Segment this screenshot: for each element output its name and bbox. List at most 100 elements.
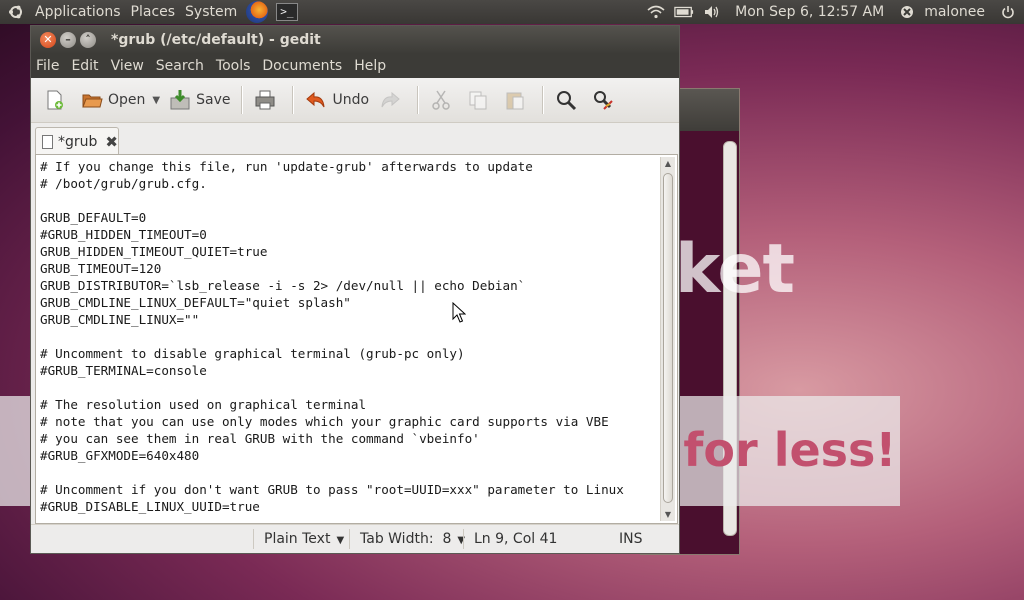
chevron-down-icon: ▼ [336,535,345,546]
editor-line[interactable]: # If you change this file, run 'update-g… [40,158,657,175]
copy-button[interactable] [462,83,499,117]
open-folder-icon [81,89,103,111]
language-selector[interactable]: Plain Text ▼ [253,529,344,549]
save-button[interactable]: Save [164,83,235,117]
editor-line[interactable]: GRUB_TIMEOUT=120 [40,260,657,277]
find-button[interactable] [550,83,587,117]
editor-line[interactable]: # Uncomment if you don't want GRUB to pa… [40,481,657,498]
editor-line[interactable]: GRUB_HIDDEN_TIMEOUT_QUIET=true [40,243,657,260]
close-window-icon[interactable]: ✕ [40,32,56,48]
editor-line[interactable] [40,379,657,396]
editor-line[interactable] [40,328,657,345]
top-panel: Applications Places System >_ Mon Sep 6,… [0,0,1024,24]
new-document-button[interactable] [39,83,76,117]
menu-search[interactable]: Search [150,54,210,78]
find-replace-button[interactable] [587,83,624,117]
editor-frame: # If you change this file, run 'update-g… [35,154,678,524]
save-button-label: Save [196,92,231,108]
editor-line[interactable]: #GRUB_HIDDEN_TIMEOUT=0 [40,226,657,243]
toolbar: Open ▼ Save Undo [31,78,679,123]
menu-bar: File Edit View Search Tools Documents He… [31,54,679,78]
applications-menu[interactable]: Applications [30,0,126,24]
menu-tools[interactable]: Tools [210,54,257,78]
editor-line[interactable]: # /boot/grub/grub.cfg. [40,175,657,192]
print-icon [254,89,276,111]
scissors-icon [430,89,452,111]
user-status-icon[interactable] [897,4,917,20]
editor-line[interactable]: # note that you can use only modes which… [40,413,657,430]
tab-grub[interactable]: *grub ✖ [35,127,119,155]
vertical-scrollbar[interactable]: ▲ ▼ [660,157,675,521]
open-button-label: Open [108,92,146,108]
scrollbar-thumb[interactable] [663,173,673,503]
battery-icon[interactable] [674,4,694,20]
editor-line[interactable]: # The resolution used on graphical termi… [40,396,657,413]
editor-line[interactable]: GRUB_CMDLINE_LINUX="" [40,311,657,328]
editor-line[interactable] [40,464,657,481]
editor-line[interactable]: GRUB_DEFAULT=0 [40,209,657,226]
insert-mode: INS [619,531,643,547]
toolbar-separator [292,86,295,114]
gedit-window: ✕ – ˄ *grub (/etc/default) - gedit File … [30,25,680,554]
user-menu[interactable]: malonee [919,0,990,24]
window-title: *grub (/etc/default) - gedit [111,32,321,48]
copy-icon [467,89,489,111]
terminal-icon[interactable]: >_ [276,3,299,21]
paste-icon [504,89,526,111]
ubuntu-logo-icon[interactable] [8,4,24,20]
menu-file[interactable]: File [31,54,65,78]
power-icon[interactable] [998,4,1018,20]
status-bar: Plain Text ▼ Tab Width: 8 ▼ Ln 9, Col 41 I… [31,524,679,553]
system-menu[interactable]: System [180,0,242,24]
firefox-icon[interactable] [246,1,269,23]
volume-icon[interactable] [702,4,722,20]
scroll-down-icon[interactable]: ▼ [661,510,675,519]
editor-line[interactable]: #GRUB_GFXMODE=640x480 [40,447,657,464]
undo-button[interactable]: Undo [300,83,374,117]
tab-bar: *grub ✖ [31,123,679,155]
tab-width-selector[interactable]: Tab Width: 8 ▼ [349,529,465,549]
editor-line[interactable] [40,192,657,209]
maximize-window-icon[interactable]: ˄ [80,32,96,48]
cursor-position: Ln 9, Col 41 [463,529,557,549]
language-label: Plain Text [264,531,331,547]
tab-close-icon[interactable]: ✖ [105,133,118,151]
paste-button[interactable] [499,83,536,117]
redo-icon [379,89,401,111]
places-menu[interactable]: Places [126,0,181,24]
toolbar-separator [417,86,420,114]
cut-button[interactable] [425,83,462,117]
editor-line[interactable]: #GRUB_TERMINAL=console [40,362,657,379]
scroll-up-icon[interactable]: ▲ [661,159,675,168]
save-icon [169,89,191,111]
background-page-text: ket [675,230,795,309]
menu-edit[interactable]: Edit [65,54,104,78]
menu-view[interactable]: View [105,54,150,78]
find-replace-icon [592,89,614,111]
open-button[interactable]: Open [76,83,150,117]
menu-documents[interactable]: Documents [256,54,348,78]
window-titlebar[interactable]: ✕ – ˄ *grub (/etc/default) - gedit [31,26,679,54]
editor-line[interactable]: #GRUB_DISABLE_LINUX_UUID=true [40,498,657,515]
editor-line[interactable]: GRUB_DISTRIBUTOR=`lsb_release -i -s 2> /… [40,277,657,294]
print-button[interactable] [249,83,286,117]
text-editor[interactable]: # If you change this file, run 'update-g… [40,158,657,521]
tab-label: *grub [58,133,98,150]
editor-line[interactable]: GRUB_CMDLINE_LINUX_DEFAULT="quiet splash… [40,294,657,311]
new-document-icon [44,89,66,111]
tab-width-label: Tab Width: 8 [360,531,452,547]
menu-help[interactable]: Help [348,54,392,78]
toolbar-separator [241,86,244,114]
document-icon [42,134,53,149]
editor-line[interactable]: # Uncomment to disable graphical termina… [40,345,657,362]
search-icon [555,89,577,111]
wifi-icon[interactable] [646,4,666,20]
clock[interactable]: Mon Sep 6, 12:57 AM [730,0,889,24]
editor-line[interactable]: # you can see them in real GRUB with the… [40,430,657,447]
toolbar-separator [542,86,545,114]
redo-button[interactable] [374,83,411,117]
minimize-window-icon[interactable]: – [60,32,76,48]
open-recent-dropdown[interactable]: ▼ [152,95,160,106]
undo-button-label: Undo [332,92,370,108]
undo-icon [305,89,327,111]
